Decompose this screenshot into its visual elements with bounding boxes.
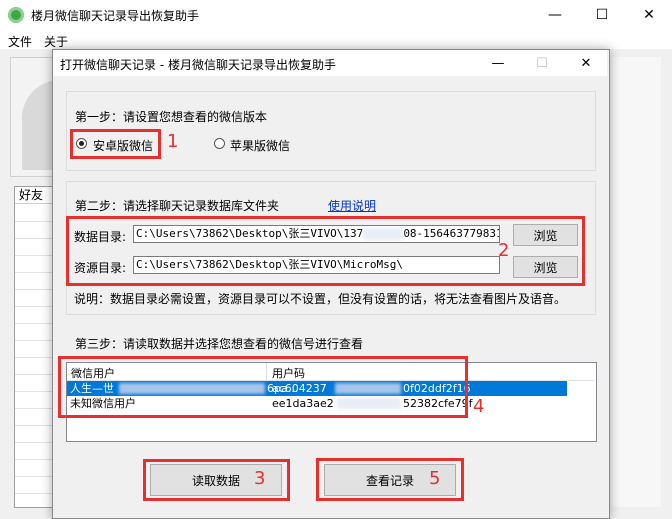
annotation-number-2: 2 (498, 240, 510, 261)
maximize-button[interactable]: ☐ (579, 0, 625, 30)
annotation-number-5: 5 (429, 468, 441, 489)
annotation-number-1: 1 (167, 131, 179, 152)
main-window-title: 楼月微信聊天记录导出恢复助手 (31, 9, 200, 23)
menu-bar (0, 30, 672, 49)
menu-file[interactable]: 文件 (8, 33, 32, 50)
app-logo-icon (8, 7, 24, 23)
step2-label: 第二步：请选择聊天记录数据库文件夹 (75, 199, 280, 213)
menu-about[interactable]: 关于 (44, 33, 68, 50)
annotation-number-3: 3 (254, 468, 266, 489)
dialog-title: 打开微信聊天记录 - 楼月微信聊天记录导出恢复助手 (60, 58, 336, 72)
dialog-maximize-button: ☐ (536, 55, 548, 71)
annotation-number-4: 4 (473, 396, 485, 417)
annotation-box-3 (143, 459, 290, 501)
help-link[interactable]: 使用说明 (328, 197, 376, 214)
annotation-box-5 (316, 458, 464, 501)
main-content-area (611, 57, 661, 507)
step1-label: 第一步：请设置您想查看的微信版本 (75, 110, 268, 124)
ios-radio-label[interactable]: 苹果版微信 (230, 137, 290, 154)
dialog-close-button[interactable]: ✕ (564, 50, 608, 76)
minimize-button[interactable]: — (532, 0, 578, 30)
dialog-minimize-button[interactable]: — (476, 50, 520, 76)
step3-label: 第三步：请读取数据并选择您想查看的微信号进行查看 (75, 337, 364, 351)
close-button[interactable]: ✕ (626, 0, 672, 30)
step2-note: 说明：数据目录必需设置，资源目录可以不设置，但没有设置的话，将无法查看图片及语音… (74, 292, 567, 306)
annotation-box-1 (70, 129, 161, 159)
ios-radio[interactable] (214, 138, 225, 149)
annotation-box-4 (58, 356, 468, 418)
